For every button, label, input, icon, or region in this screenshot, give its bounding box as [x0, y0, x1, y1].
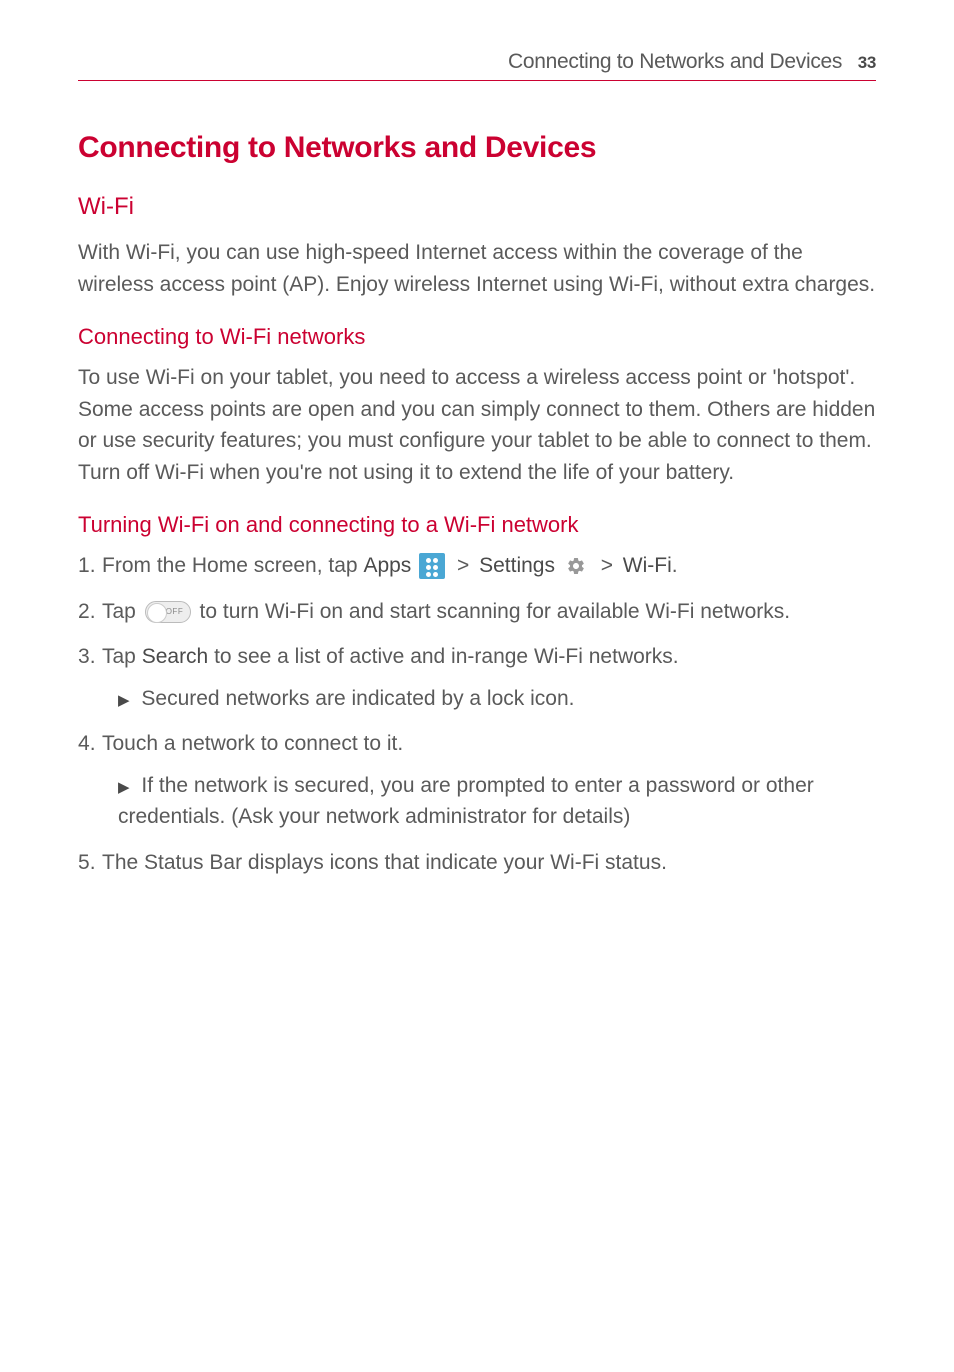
step-5: The Status Bar displays icons that indic… — [78, 847, 876, 879]
step3-a: Tap — [102, 645, 142, 668]
step-1: From the Home screen, tap Apps > Setting… — [78, 550, 876, 582]
steps-list: From the Home screen, tap Apps > Setting… — [78, 550, 876, 878]
step1-prefix: From the Home screen, tap — [102, 554, 363, 577]
page-title: Connecting to Networks and Devices — [78, 131, 876, 165]
step1-gt1: > — [457, 554, 469, 577]
wifi-heading: Wi-Fi — [78, 193, 876, 221]
toggle-off-icon: OFF — [145, 601, 191, 623]
arrow-icon: ▶ — [118, 779, 130, 796]
arrow-icon: ▶ — [118, 692, 130, 709]
running-header: Connecting to Networks and Devices 33 — [78, 50, 876, 81]
step4-text: Touch a network to connect to it. — [102, 732, 403, 755]
step-4: Touch a network to connect to it. ▶ If t… — [78, 728, 876, 833]
step3-sub: Secured networks are indicated by a lock… — [141, 687, 574, 710]
step1-wifi-label: Wi-Fi — [623, 554, 672, 577]
step1-gt2: > — [601, 554, 613, 577]
step-2: Tap OFF to turn Wi-Fi on and start scann… — [78, 596, 876, 628]
step3-sublist: ▶ Secured networks are indicated by a lo… — [102, 683, 876, 715]
step3-b: to see a list of active and in-range Wi-… — [214, 645, 679, 668]
connecting-heading: Connecting to Wi-Fi networks — [78, 324, 876, 350]
apps-icon — [419, 553, 445, 579]
step2-a: Tap — [102, 600, 142, 623]
step5-text: The Status Bar displays icons that indic… — [102, 851, 667, 874]
step4-sublist: ▶ If the network is secured, you are pro… — [102, 770, 876, 833]
step1-settings-label: Settings — [479, 554, 555, 577]
page-number: 33 — [858, 53, 876, 72]
step1-period: . — [672, 554, 678, 577]
step2-b: to turn Wi-Fi on and start scanning for … — [200, 600, 791, 623]
step1-apps-label: Apps — [363, 554, 411, 577]
wifi-intro: With Wi-Fi, you can use high-speed Inter… — [78, 237, 876, 300]
connecting-body: To use Wi-Fi on your tablet, you need to… — [78, 362, 876, 488]
step4-sub: If the network is secured, you are promp… — [118, 774, 814, 829]
step3-search-label: Search — [142, 645, 209, 668]
step-3: Tap Search to see a list of active and i… — [78, 641, 876, 714]
turning-on-heading: Turning Wi-Fi on and connecting to a Wi-… — [78, 512, 876, 538]
settings-icon — [563, 553, 589, 579]
header-section: Connecting to Networks and Devices — [508, 50, 842, 73]
